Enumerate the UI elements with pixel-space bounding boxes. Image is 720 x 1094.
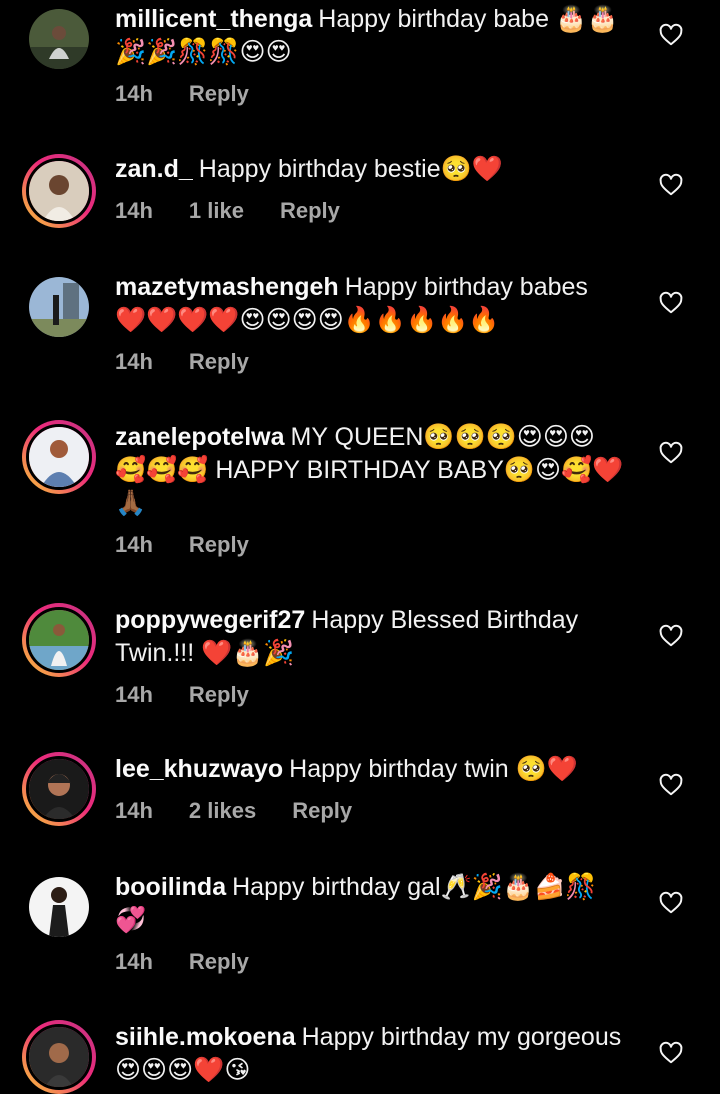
reply-button[interactable]: Reply xyxy=(280,198,340,223)
comment-time: 14h xyxy=(115,198,153,223)
avatar[interactable] xyxy=(22,420,96,494)
comment-username[interactable]: booilinda xyxy=(115,873,226,901)
avatar[interactable] xyxy=(22,270,96,344)
comment-username[interactable]: mazetymashengeh xyxy=(115,273,339,301)
comment-time: 14h xyxy=(115,81,153,106)
comment-time: 14h xyxy=(115,682,153,707)
avatar[interactable] xyxy=(22,752,96,826)
heart-outline-icon[interactable] xyxy=(658,772,684,798)
avatar[interactable] xyxy=(22,870,96,944)
reply-button[interactable]: Reply xyxy=(189,349,249,374)
reply-button[interactable]: Reply xyxy=(292,798,352,823)
comment-username[interactable]: siihle.mokoena xyxy=(115,1023,296,1051)
comment-time: 14h xyxy=(115,532,153,557)
heart-outline-icon[interactable] xyxy=(658,890,684,916)
comment-likes[interactable]: 1 like xyxy=(189,198,244,223)
comment-text: Happy birthday twin 🥺❤️ xyxy=(289,755,578,783)
comment-time: 14h xyxy=(115,349,153,374)
comment-text: Happy birthday bestie🥺❤️ xyxy=(198,155,503,183)
comment-username[interactable]: lee_khuzwayo xyxy=(115,755,283,783)
avatar[interactable] xyxy=(22,154,96,228)
reply-button[interactable]: Reply xyxy=(189,949,249,974)
reply-button[interactable]: Reply xyxy=(189,81,249,106)
comment-username[interactable]: zanelepotelwa xyxy=(115,423,285,451)
comment-time: 14h xyxy=(115,949,153,974)
reply-button[interactable]: Reply xyxy=(189,532,249,557)
reply-button[interactable]: Reply xyxy=(189,682,249,707)
comment-username[interactable]: millicent_thenga xyxy=(115,5,312,33)
comment-username[interactable]: zan.d_ xyxy=(115,155,193,183)
heart-outline-icon[interactable] xyxy=(658,1040,684,1066)
avatar[interactable] xyxy=(22,1020,96,1094)
heart-outline-icon[interactable] xyxy=(658,440,684,466)
avatar[interactable] xyxy=(22,2,96,76)
comment-username[interactable]: poppywegerif27 xyxy=(115,606,305,634)
heart-outline-icon[interactable] xyxy=(658,290,684,316)
heart-outline-icon[interactable] xyxy=(658,623,684,649)
avatar[interactable] xyxy=(22,603,96,677)
heart-outline-icon[interactable] xyxy=(658,172,684,198)
heart-outline-icon[interactable] xyxy=(658,22,684,48)
comment-time: 14h xyxy=(115,798,153,823)
comment-likes[interactable]: 2 likes xyxy=(189,798,256,823)
